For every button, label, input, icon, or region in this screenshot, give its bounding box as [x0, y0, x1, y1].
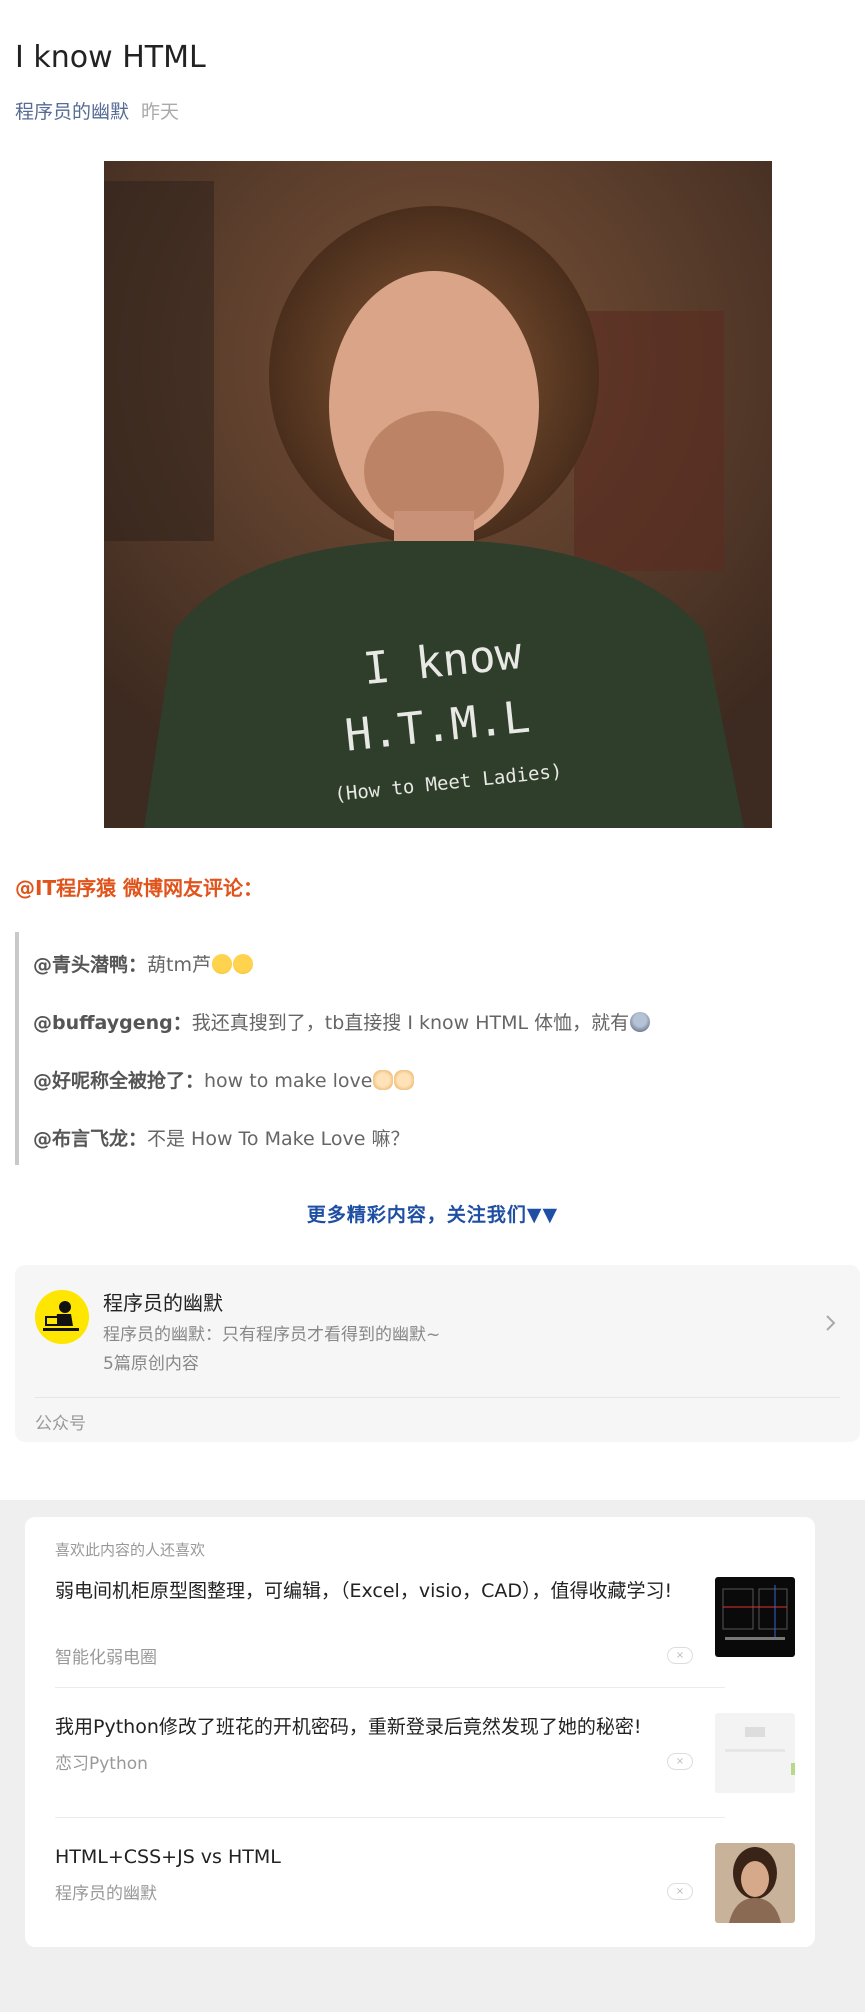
- weibo-section-title: @IT程序猿 微博网友评论：: [15, 876, 264, 900]
- comment-user: @好呢称全被抢了：: [33, 1070, 205, 1092]
- recommend-item[interactable]: 我用Python修改了班花的开机密码，重新登录后竟然发现了她的秘密! 恋习Pyt…: [55, 1713, 795, 1793]
- follow-prompt: 更多精彩内容，关注我们▼▼: [306, 1204, 559, 1226]
- recommend-thumbnail: [715, 1843, 795, 1923]
- programmer-logo-icon: [35, 1290, 89, 1344]
- comment-line: @buffaygeng：我还真搜到了，tb直接搜 I know HTML 体恤，…: [33, 1008, 651, 1035]
- comment-user: @布言飞龙：: [33, 1128, 148, 1150]
- comment-text: 葫tm芦: [147, 954, 211, 976]
- cat-emoji-icon: [373, 1070, 394, 1090]
- comment-line: @青头潜鸭：葫tm芦: [33, 950, 253, 977]
- comment-text: 我还真搜到了，tb直接搜 I know HTML 体恤，就有: [191, 1012, 630, 1034]
- comments-quote: @青头潜鸭：葫tm芦 @buffaygeng：我还真搜到了，tb直接搜 I kn…: [15, 932, 849, 1165]
- cat-emoji-icon: [394, 1070, 415, 1090]
- account-type-label: 公众号: [35, 1414, 86, 1434]
- publish-date: 昨天: [141, 101, 180, 123]
- account-avatar: [35, 1290, 89, 1344]
- comment-text: how to make love: [204, 1070, 373, 1092]
- account-name: 程序员的幽默: [103, 1291, 223, 1315]
- recommend-item-title[interactable]: 我用Python修改了班花的开机密码，重新登录后竟然发现了她的秘密!: [55, 1713, 690, 1741]
- divider: [35, 1397, 840, 1398]
- recommend-item[interactable]: 弱电间机柜原型图整理，可编辑，（Excel，visio，CAD），值得收藏学习!…: [55, 1577, 795, 1668]
- recommend-item-source: 程序员的幽默: [55, 1884, 157, 1904]
- comment-user: @青头潜鸭：: [33, 954, 148, 976]
- recommend-thumbnail: [715, 1713, 795, 1793]
- recommend-item-source: 恋习Python: [55, 1754, 148, 1774]
- article-page: I know HTML 程序员的幽默 昨天 I know H.T.M.L (Ho…: [0, 0, 865, 2012]
- comment-text: 不是 How To Make Love 嘛？: [147, 1128, 410, 1150]
- recommend-item-title[interactable]: HTML+CSS+JS vs HTML: [55, 1843, 690, 1871]
- close-icon[interactable]: ×: [667, 1647, 693, 1664]
- divider: [55, 1817, 725, 1818]
- comment-line: @好呢称全被抢了：how to make love: [33, 1066, 415, 1093]
- hero-image[interactable]: I know H.T.M.L (How to Meet Ladies): [104, 161, 772, 828]
- chevron-right-icon: [826, 1315, 836, 1331]
- close-icon[interactable]: ×: [667, 1883, 693, 1900]
- article-title: I know HTML: [15, 40, 206, 75]
- laughing-emoji-icon: [232, 954, 253, 974]
- recommend-item-title[interactable]: 弱电间机柜原型图整理，可编辑，（Excel，visio，CAD），值得收藏学习!: [55, 1577, 690, 1605]
- recommend-card: 喜欢此内容的人还喜欢 弱电间机柜原型图整理，可编辑，（Excel，visio，C…: [25, 1517, 815, 1947]
- comment-line: @布言飞龙：不是 How To Make Love 嘛？: [33, 1124, 410, 1151]
- recommend-item-source: 智能化弱电圈: [55, 1648, 157, 1668]
- account-card[interactable]: 程序员的幽默 程序员的幽默：只有程序员才看得到的幽默~ 5篇原创内容 公众号: [15, 1265, 860, 1442]
- comment-user: @buffaygeng：: [33, 1012, 192, 1034]
- article-meta: 程序员的幽默 昨天: [15, 97, 179, 124]
- recommend-thumbnail: [715, 1577, 795, 1657]
- scared-emoji-icon: [630, 1012, 651, 1032]
- laughing-emoji-icon: [211, 954, 232, 974]
- author-link[interactable]: 程序员的幽默: [15, 101, 129, 123]
- account-desc: 程序员的幽默：只有程序员才看得到的幽默~: [103, 1325, 441, 1345]
- close-icon[interactable]: ×: [667, 1753, 693, 1770]
- account-article-count: 5篇原创内容: [103, 1354, 199, 1374]
- divider: [55, 1687, 725, 1688]
- hero-photo: I know H.T.M.L (How to Meet Ladies): [104, 161, 772, 828]
- recommend-item[interactable]: HTML+CSS+JS vs HTML 程序员的幽默 ×: [55, 1843, 795, 1923]
- recommend-title: 喜欢此内容的人还喜欢: [55, 1541, 206, 1559]
